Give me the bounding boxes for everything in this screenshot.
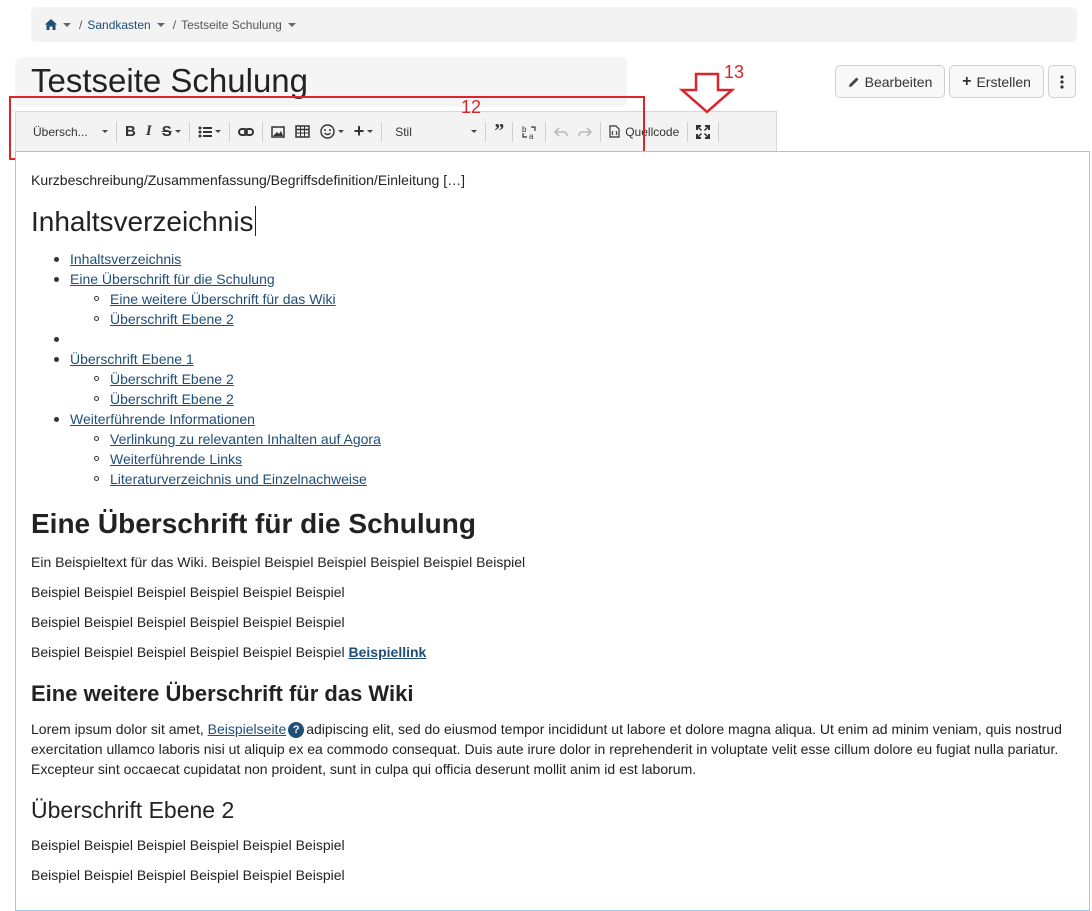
paragraph: Beispiel Beispiel Beispiel Beispiel Beis… (31, 867, 345, 883)
section-heading: Eine Überschrift für die Schulung (31, 508, 476, 539)
create-button[interactable]: + Erstellen (949, 65, 1044, 98)
kebab-menu-icon (1060, 74, 1064, 89)
paragraph-text: Beispiel Beispiel Beispiel Beispiel Beis… (31, 644, 345, 660)
toc-subitem[interactable]: Eine weitere Überschrift für das Wiki (94, 291, 336, 307)
breadcrumb-item-current[interactable]: Testseite Schulung (181, 18, 296, 32)
more-options-button[interactable] (1048, 65, 1076, 98)
toc-subitem[interactable]: Überschrift Ebene 2 (94, 311, 234, 327)
toc-item[interactable]: Weiterführende Informationen (54, 411, 255, 427)
paragraph-text: adipiscing elit, sed do eiusmod tempor i… (306, 721, 1062, 737)
toc-item[interactable]: Überschrift Ebene 1 (54, 351, 194, 367)
paragraph: Beispiel Beispiel Beispiel Beispiel Beis… (31, 642, 426, 662)
paragraph: Beispiel Beispiel Beispiel Beispiel Beis… (31, 614, 345, 630)
intro-text: Kurzbeschreibung/Zusammenfassung/Begriff… (31, 172, 465, 188)
page-title[interactable]: Testseite Schulung (31, 62, 308, 100)
toc-link[interactable]: Überschrift Ebene 2 (110, 311, 234, 327)
breadcrumb: / Sandkasten / Testseite Schulung (31, 7, 1077, 42)
paragraph-line: exercitation ullamco laboris nisi ut ali… (31, 741, 1059, 757)
toc-subitem[interactable]: Überschrift Ebene 2 (94, 391, 234, 407)
chevron-down-icon[interactable] (63, 22, 71, 27)
paragraph-text: Lorem ipsum dolor sit amet, (31, 721, 204, 737)
paragraph: Ein Beispieltext für das Wiki. Beispiel … (31, 554, 526, 570)
pencil-icon (848, 77, 859, 87)
text-cursor (254, 206, 256, 236)
example-page-link[interactable]: Beispielseite (208, 721, 287, 737)
toc-link[interactable]: Weiterführende Links (110, 451, 242, 467)
arrow-down-icon (678, 72, 736, 114)
toc-subitem[interactable]: Verlinkung zu relevanten Inhalten auf Ag… (94, 431, 381, 447)
section-heading: Eine weitere Überschrift für das Wiki (31, 681, 414, 706)
toc-link[interactable]: Überschrift Ebene 2 (110, 391, 234, 407)
paragraph: Lorem ipsum dolor sit amet, Beispielseit… (31, 719, 1062, 739)
toc-subitem[interactable]: Literaturverzeichnis und Einzelnachweise (94, 471, 367, 487)
toc-item[interactable]: Eine Überschrift für die Schulung (54, 271, 275, 287)
breadcrumb-link[interactable]: Sandkasten (87, 18, 150, 32)
toc-link[interactable]: Literaturverzeichnis und Einzelnachweise (110, 471, 367, 487)
toc-link[interactable]: Weiterführende Informationen (70, 411, 255, 427)
toolbar-divider (718, 121, 720, 142)
toc-link[interactable]: Überschrift Ebene 2 (110, 371, 234, 387)
paragraph: Beispiel Beispiel Beispiel Beispiel Beis… (31, 584, 345, 600)
chevron-down-icon[interactable] (156, 22, 165, 27)
paragraph-line: Excepteur sint occaecat cupidatat non pr… (31, 761, 697, 777)
breadcrumb-separator: / (79, 17, 83, 32)
toc-item[interactable]: Inhaltsverzeichnis (54, 251, 181, 267)
plus-icon: + (962, 72, 972, 90)
toc-link[interactable]: Überschrift Ebene 1 (70, 351, 194, 367)
toc-link[interactable]: Eine Überschrift für die Schulung (70, 271, 275, 287)
home-crumb[interactable] (45, 19, 71, 30)
home-icon (45, 19, 57, 30)
help-icon[interactable]: ? (288, 722, 305, 739)
chevron-down-icon[interactable] (287, 22, 296, 27)
breadcrumb-separator: / (172, 17, 177, 32)
edit-button-label: Bearbeiten (864, 73, 933, 90)
section-heading: Überschrift Ebene 2 (31, 797, 235, 823)
example-link[interactable]: Beispiellink (349, 644, 427, 660)
toc-heading: Inhaltsverzeichnis (31, 206, 256, 238)
create-button-label: Erstellen (976, 73, 1031, 90)
annotation-number-12: 12 (461, 97, 482, 117)
paragraph: Beispiel Beispiel Beispiel Beispiel Beis… (31, 837, 345, 853)
breadcrumb-item-sandkasten[interactable]: Sandkasten (87, 18, 165, 32)
toc-link[interactable]: Verlinkung zu relevanten Inhalten auf Ag… (110, 431, 381, 447)
edit-button[interactable]: Bearbeiten (835, 65, 945, 98)
fullscreen-icon[interactable] (691, 120, 715, 144)
toc-subitem[interactable]: Weiterführende Links (94, 451, 242, 467)
breadcrumb-current: Testseite Schulung (181, 17, 282, 32)
toc-link[interactable]: Inhaltsverzeichnis (70, 251, 181, 267)
toc-heading-text: Inhaltsverzeichnis (31, 206, 254, 237)
toc-link[interactable]: Eine weitere Überschrift für das Wiki (110, 291, 336, 307)
toolbar-divider (687, 121, 689, 142)
toc-subitem[interactable]: Überschrift Ebene 2 (94, 371, 234, 387)
